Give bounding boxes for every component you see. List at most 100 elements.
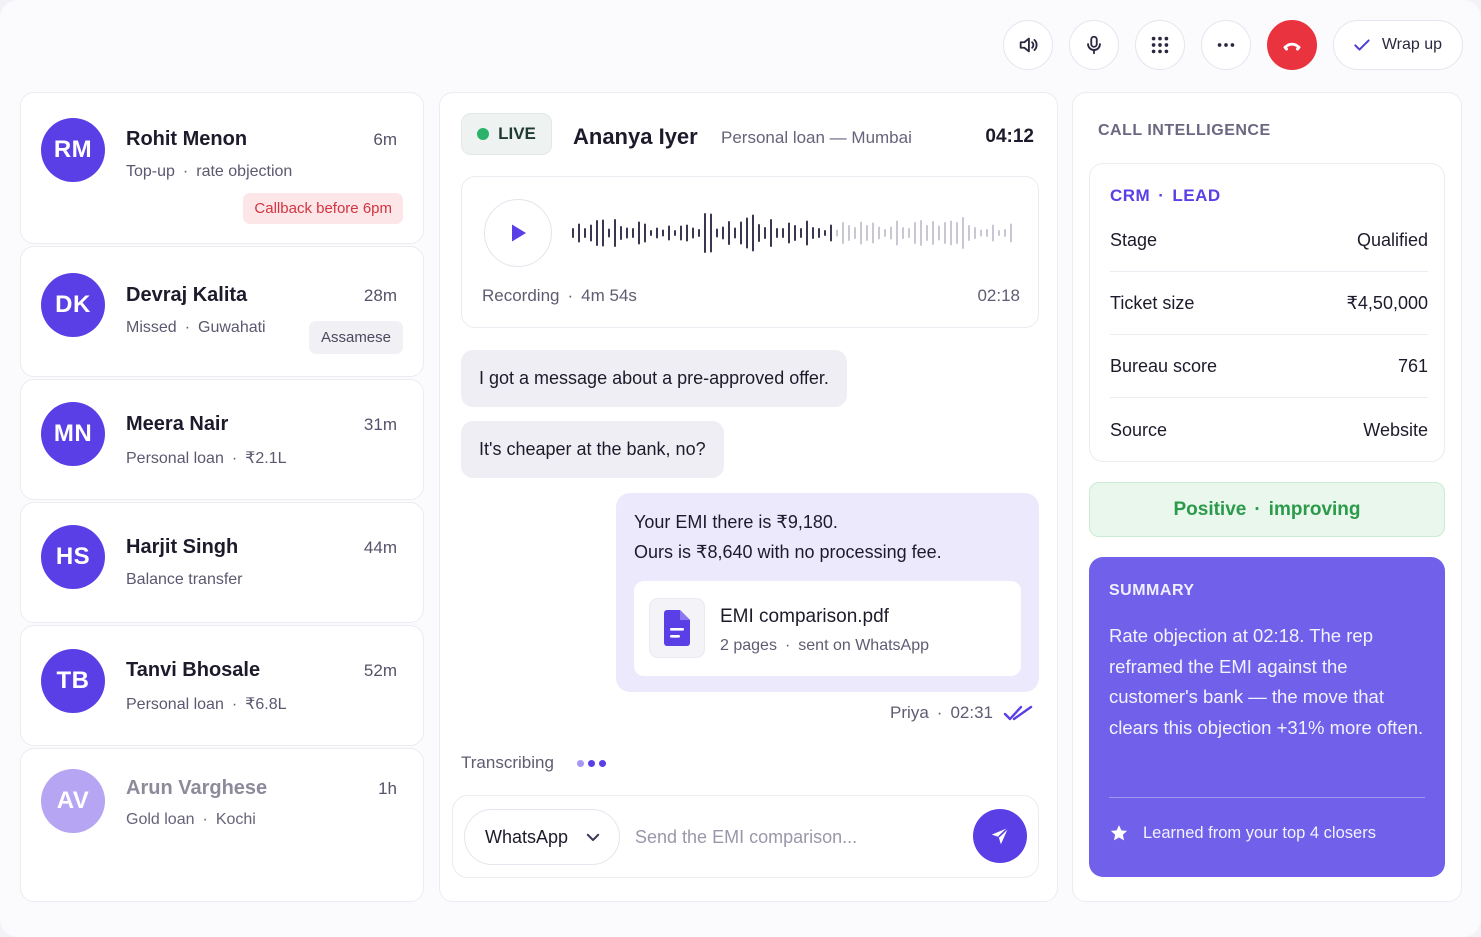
- waveform-bar: [662, 229, 664, 237]
- recording-player: Recording · 4m 54s 02:18: [461, 176, 1039, 328]
- waveform-bar: [890, 226, 892, 240]
- call-panel: LIVE Ananya Iyer Personal loan — Mumbai …: [439, 92, 1058, 902]
- send-button[interactable]: [973, 809, 1027, 863]
- message-input[interactable]: [635, 820, 965, 854]
- waveform-bar: [794, 225, 796, 241]
- crm-row-stage: Stage Qualified: [1110, 210, 1428, 272]
- contact-card[interactable]: DK Devraj Kalita 28m Missed · Guwahati Ass…: [20, 246, 424, 377]
- waveform-bar: [842, 222, 844, 244]
- waveform-bar: [590, 224, 592, 242]
- caller-description: Personal loan — Mumbai: [721, 128, 912, 147]
- waveform-bar: [908, 228, 910, 238]
- call-queue: RM Rohit Menon 6m Top-up · rate objection …: [20, 92, 424, 902]
- callback-tag: Callback before 6pm: [243, 193, 403, 224]
- speaker-icon: [1019, 37, 1038, 53]
- contact-time: 52m: [363, 661, 397, 680]
- chevron-down-icon: [586, 833, 600, 841]
- contact-subtitle: Balance transfer: [126, 571, 243, 588]
- waveform-bar: [578, 223, 580, 243]
- channel-select[interactable]: WhatsApp: [464, 809, 620, 865]
- message-meta: Priya · 02:31: [890, 703, 1033, 723]
- contact-card[interactable]: TB Tanvi Bhosale 52m Personal loan · ₹6.8L: [20, 625, 424, 746]
- attachment-meta: 2 pages · sent on WhatsApp: [720, 637, 930, 654]
- contact-subtitle: Gold loan · Kochi: [126, 811, 256, 828]
- language-tag: Assamese: [308, 321, 403, 354]
- contact-time: 31m: [363, 415, 397, 434]
- waveform-bar: [878, 226, 880, 240]
- waveform-bar: [998, 230, 1000, 236]
- sentiment-badge: Positive · improving: [1089, 482, 1445, 537]
- contact-subtitle: Personal loan · ₹2.1L: [126, 450, 287, 467]
- message-composer: WhatsApp: [452, 795, 1039, 878]
- waveform-bar: [830, 224, 832, 242]
- waveform-bar: [602, 219, 604, 247]
- contact-time: 44m: [363, 538, 397, 557]
- play-icon: [512, 224, 526, 242]
- send-icon: [991, 827, 1009, 845]
- waveform-bar: [962, 217, 964, 249]
- waveform-bar: [608, 228, 610, 238]
- waveform-bar: [932, 221, 934, 245]
- waveform-bar: [722, 226, 724, 240]
- crm-card: CRM · LEAD Stage Qualified Ticket size ₹4,50…: [1089, 163, 1445, 462]
- contact-name: Rohit Menon: [126, 128, 248, 150]
- waveform-bar: [692, 227, 694, 239]
- more-button[interactable]: [1200, 20, 1251, 70]
- waveform-bar: [800, 228, 802, 238]
- speaker-button[interactable]: [1002, 20, 1053, 70]
- waveform-bar: [728, 221, 730, 245]
- waveform-bar: [614, 219, 616, 247]
- caller-name: Ananya Iyer: [573, 124, 698, 149]
- contact-name: Devraj Kalita: [126, 284, 248, 306]
- hang-up-button[interactable]: [1266, 20, 1317, 70]
- wrap-up-button[interactable]: Wrap up: [1332, 20, 1463, 70]
- avatar: MN: [41, 402, 105, 466]
- waveform-bar: [584, 228, 586, 238]
- summary-footer: Learned from your top 4 closers: [1109, 823, 1376, 843]
- waveform-bar: [896, 220, 898, 246]
- contact-card[interactable]: HS Harjit Singh 44m Balance transfer: [20, 502, 424, 623]
- agent-message: Your EMI there is ₹9,180. Ours is ₹8,640…: [616, 493, 1039, 692]
- channel-label: WhatsApp: [485, 826, 569, 847]
- summary-text: Rate objection at 02:18. The rep reframe…: [1109, 625, 1424, 738]
- crm-row-source: Source Website: [1110, 419, 1428, 440]
- waveform-bar: [806, 220, 808, 246]
- waveform-bar: [650, 230, 652, 236]
- waveform-scrubber[interactable]: [572, 207, 1016, 259]
- keypad-button[interactable]: [1134, 20, 1185, 70]
- waveform-bar: [746, 217, 748, 249]
- waveform-bar: [740, 221, 742, 245]
- waveform-bar: [710, 213, 712, 253]
- waveform-bar: [812, 227, 814, 239]
- agent-message-line: Ours is ₹8,640 with no processing fee.: [634, 542, 942, 562]
- waveform-bar: [644, 223, 646, 243]
- waveform-bar: [788, 222, 790, 244]
- typing-indicator: [577, 760, 606, 767]
- contact-time: 28m: [363, 286, 397, 305]
- contact-card[interactable]: AV Arun Varghese 1h Gold loan · Kochi: [20, 748, 424, 902]
- waveform-bar: [980, 229, 982, 237]
- play-button[interactable]: [484, 199, 552, 267]
- contact-name: Tanvi Bhosale: [126, 659, 261, 681]
- more-icon: [1217, 43, 1235, 47]
- transcribing-label: Transcribing: [461, 753, 554, 772]
- waveform-bar: [686, 224, 688, 242]
- contact-card[interactable]: MN Meera Nair 31m Personal loan · ₹2.1L: [20, 379, 424, 500]
- waveform-bar: [734, 227, 736, 239]
- waveform-bar: [704, 213, 706, 253]
- check-icon: [1354, 39, 1370, 51]
- contact-subtitle: Top-up · rate objection: [126, 163, 293, 180]
- waveform-bar: [920, 220, 922, 246]
- waveform-bar: [1004, 229, 1006, 237]
- waveform-bar: [824, 230, 826, 236]
- call-timer: 04:12: [985, 126, 1034, 147]
- waveform-bar: [716, 228, 718, 238]
- panel-title: CALL INTELLIGENCE: [1098, 122, 1271, 139]
- contact-card[interactable]: RM Rohit Menon 6m Top-up · rate objection …: [20, 92, 424, 244]
- mic-button[interactable]: [1068, 20, 1119, 70]
- waveform-bar: [632, 228, 634, 238]
- waveform-bar: [656, 227, 658, 239]
- live-label: LIVE: [498, 124, 536, 143]
- waveform-bar: [860, 221, 862, 245]
- attachment-card[interactable]: EMI comparison.pdf 2 pages · sent on Whats…: [634, 581, 1021, 676]
